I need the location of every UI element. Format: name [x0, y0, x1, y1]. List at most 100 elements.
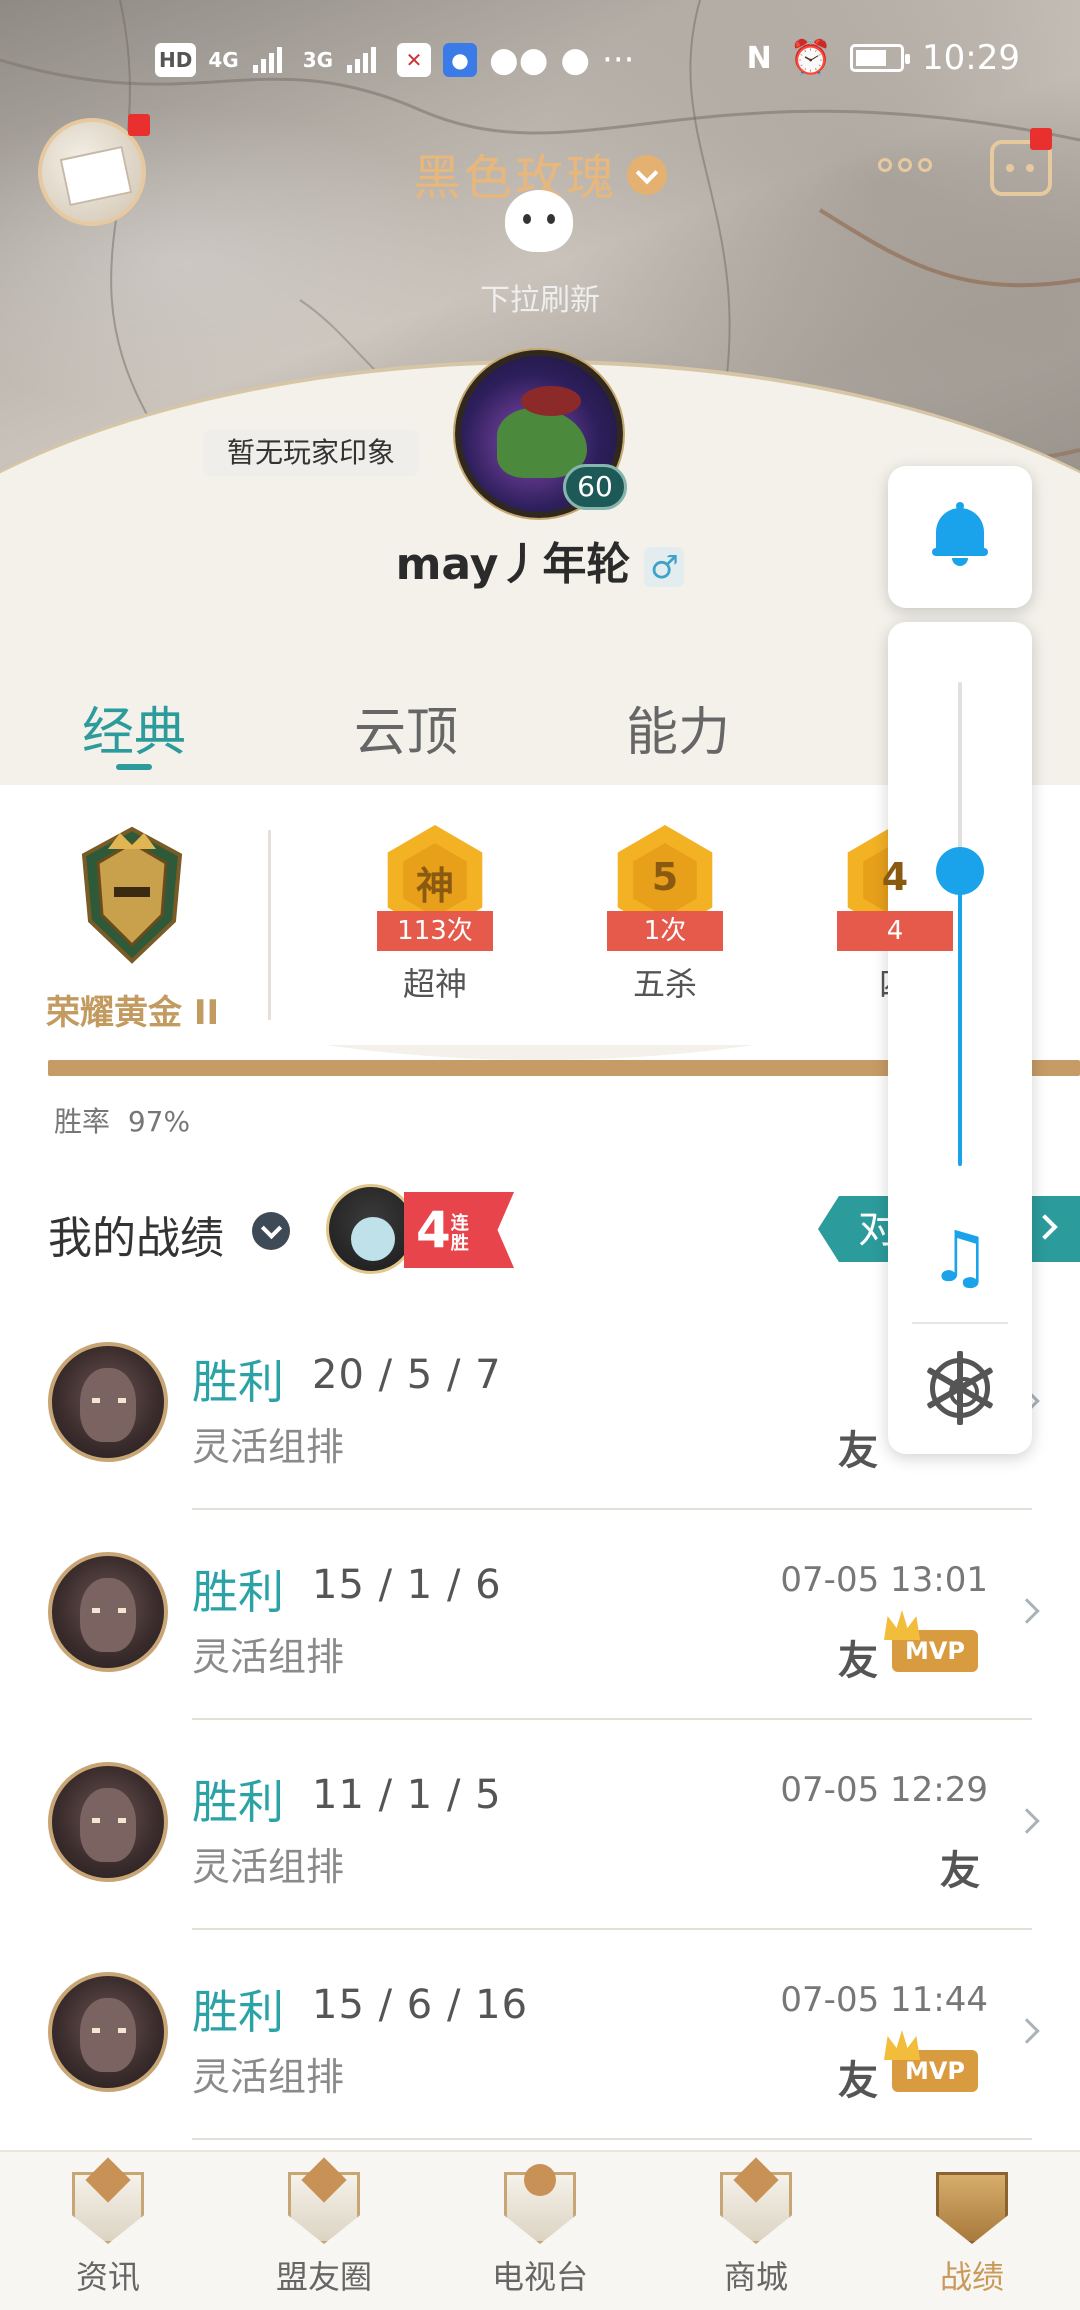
- status-bar: HD 4G 3G ✕ ● ●● ● ··· N ⏰ 10:29: [0, 0, 1080, 120]
- win-rate-value: 97%: [127, 1105, 191, 1138]
- alarm-icon: ⏰: [789, 38, 833, 78]
- app-notification-icon: ✕: [397, 43, 432, 77]
- status-right: N ⏰ 10:29: [747, 38, 1020, 78]
- bottom-navigation: 资讯 盟友圈 电视台 商城 战绩: [0, 2150, 1080, 2310]
- match-kda: 20 / 5 / 7: [312, 1352, 502, 1398]
- match-row[interactable]: 胜利 11 / 1 / 5 灵活组排 07-05 12:29 友: [0, 1720, 1080, 1930]
- chevron-right-icon: [1014, 1598, 1040, 1624]
- ringer-mode-button[interactable]: [888, 466, 1032, 608]
- streak-avatar: [326, 1184, 416, 1274]
- my-records-title[interactable]: 我的战绩: [48, 1202, 224, 1266]
- volume-track-fill: [958, 870, 962, 1166]
- nav-records-label: 战绩: [939, 2258, 1004, 2296]
- match-time: 07-05 11:44: [780, 1980, 988, 2020]
- nav-store[interactable]: 商城: [648, 2152, 864, 2310]
- settings-gear-icon[interactable]: [926, 1351, 994, 1425]
- badge-count: 1次: [607, 911, 723, 951]
- match-kda: 15 / 6 / 16: [312, 1982, 529, 2028]
- match-result: 胜利: [192, 1775, 284, 1829]
- signal-icon-2: [347, 47, 377, 73]
- message-icon: ●: [560, 40, 591, 80]
- rank-label: 荣耀黄金 II: [46, 993, 220, 1033]
- badge-glyph: 4: [881, 855, 909, 899]
- nav-allies-label: 盟友圈: [275, 2258, 372, 2296]
- badge-glyph: 5: [651, 855, 679, 899]
- player-impression-tag[interactable]: 暂无玩家印象: [203, 430, 420, 476]
- streak-text: 连胜: [450, 1212, 469, 1254]
- battery-icon: [850, 44, 911, 72]
- match-mode: 灵活组排: [192, 1635, 345, 1679]
- records-icon: [930, 2164, 1014, 2248]
- win-rate-text: 胜率 97%: [54, 1100, 190, 1140]
- pull-refresh-hint: 下拉刷新: [480, 283, 600, 318]
- more-notifications-icon: ···: [602, 40, 635, 80]
- match-result: 胜利: [192, 1565, 284, 1619]
- allies-icon: [282, 2157, 366, 2248]
- tab-classic[interactable]: 经典: [82, 660, 186, 785]
- streak-flag: 4连胜: [404, 1192, 514, 1268]
- mvp-badge: MVP: [892, 1630, 978, 1672]
- champion-avatar: [48, 1762, 168, 1882]
- chevron-down-icon[interactable]: [252, 1212, 290, 1250]
- nav-allies[interactable]: 盟友圈: [216, 2152, 432, 2310]
- more-options-button[interactable]: [878, 158, 932, 172]
- row-divider: [192, 2138, 1032, 2140]
- nav-store-label: 商城: [723, 2258, 788, 2296]
- badge-glyph: 神: [415, 864, 454, 908]
- pull-refresh-mascot-icon: [505, 190, 573, 252]
- chat-notification-dot: [1030, 128, 1052, 150]
- champion-avatar: [48, 1342, 168, 1462]
- friend-tag: 友: [940, 1848, 980, 1894]
- gender-male-icon: ♂: [644, 547, 685, 587]
- badge-legendary[interactable]: 神 113次 超神: [360, 825, 510, 1005]
- panel-divider: [912, 1322, 1008, 1324]
- browser-notification-icon: ●: [443, 43, 478, 77]
- signal-4g-label: 4G: [208, 48, 239, 72]
- news-icon: [66, 2157, 150, 2248]
- clock-text: 10:29: [922, 38, 1020, 78]
- match-time: 07-05 12:29: [780, 1770, 988, 1810]
- nav-records[interactable]: 战绩: [864, 2152, 1080, 2310]
- win-rate-label: 胜率: [54, 1105, 111, 1138]
- gold-rank-emblem-icon[interactable]: [70, 825, 194, 965]
- match-row[interactable]: 胜利 15 / 6 / 16 灵活组排 07-05 11:44 友 MVP: [0, 1930, 1080, 2140]
- signal-3g-label: 3G: [302, 48, 334, 72]
- badge-pentakill[interactable]: 5 1次 五杀: [590, 825, 740, 1005]
- hd-indicator: HD: [155, 43, 197, 77]
- badge-count: 113次: [377, 911, 493, 951]
- badge-label: 五杀: [632, 965, 697, 1003]
- streak-number: 4: [416, 1201, 451, 1259]
- nav-news[interactable]: 资讯: [0, 2152, 216, 2310]
- match-mode: 灵活组排: [192, 2055, 345, 2099]
- mvp-badge: MVP: [892, 2050, 978, 2092]
- nav-tv-label: 电视台: [491, 2258, 588, 2296]
- tv-icon: [498, 2164, 582, 2248]
- tab-tft[interactable]: 云顶: [354, 660, 458, 785]
- tab-ability[interactable]: 能力: [626, 660, 730, 785]
- badge-count: 4: [837, 911, 953, 951]
- nav-tv[interactable]: 电视台: [432, 2152, 648, 2310]
- champion-avatar: [48, 1972, 168, 2092]
- level-badge: 60: [563, 464, 627, 510]
- match-row[interactable]: 胜利 15 / 1 / 6 灵活组排 07-05 13:01 友 MVP: [0, 1510, 1080, 1720]
- nav-news-label: 资讯: [75, 2258, 140, 2296]
- match-kda: 15 / 1 / 6: [312, 1562, 502, 1608]
- win-streak-badge: 4连胜: [326, 1182, 516, 1276]
- match-time: 07-05 13:01: [780, 1560, 988, 1600]
- volume-panel: ♫: [888, 622, 1032, 1454]
- match-result: 胜利: [192, 1355, 284, 1409]
- chevron-right-icon: [1014, 1808, 1040, 1834]
- rank-divider: [268, 830, 271, 1020]
- match-mode: 灵活组排: [192, 1425, 345, 1469]
- username-text: may丿年轮: [395, 539, 631, 590]
- friend-tag: 友: [838, 1638, 878, 1684]
- badge-label: 超神: [402, 965, 467, 1003]
- music-note-icon[interactable]: ♫: [928, 1222, 992, 1292]
- nfc-icon: N: [746, 40, 772, 76]
- match-mode: 灵活组排: [192, 1845, 345, 1889]
- chevron-right-icon: [1014, 2018, 1040, 2044]
- bell-icon: [932, 502, 988, 566]
- signal-icon: [252, 47, 282, 73]
- app-screen: HD 4G 3G ✕ ● ●● ● ··· N ⏰ 10:29 黑色玫瑰 下拉刷…: [0, 0, 1080, 2310]
- avatar-notification-dot: [128, 114, 150, 136]
